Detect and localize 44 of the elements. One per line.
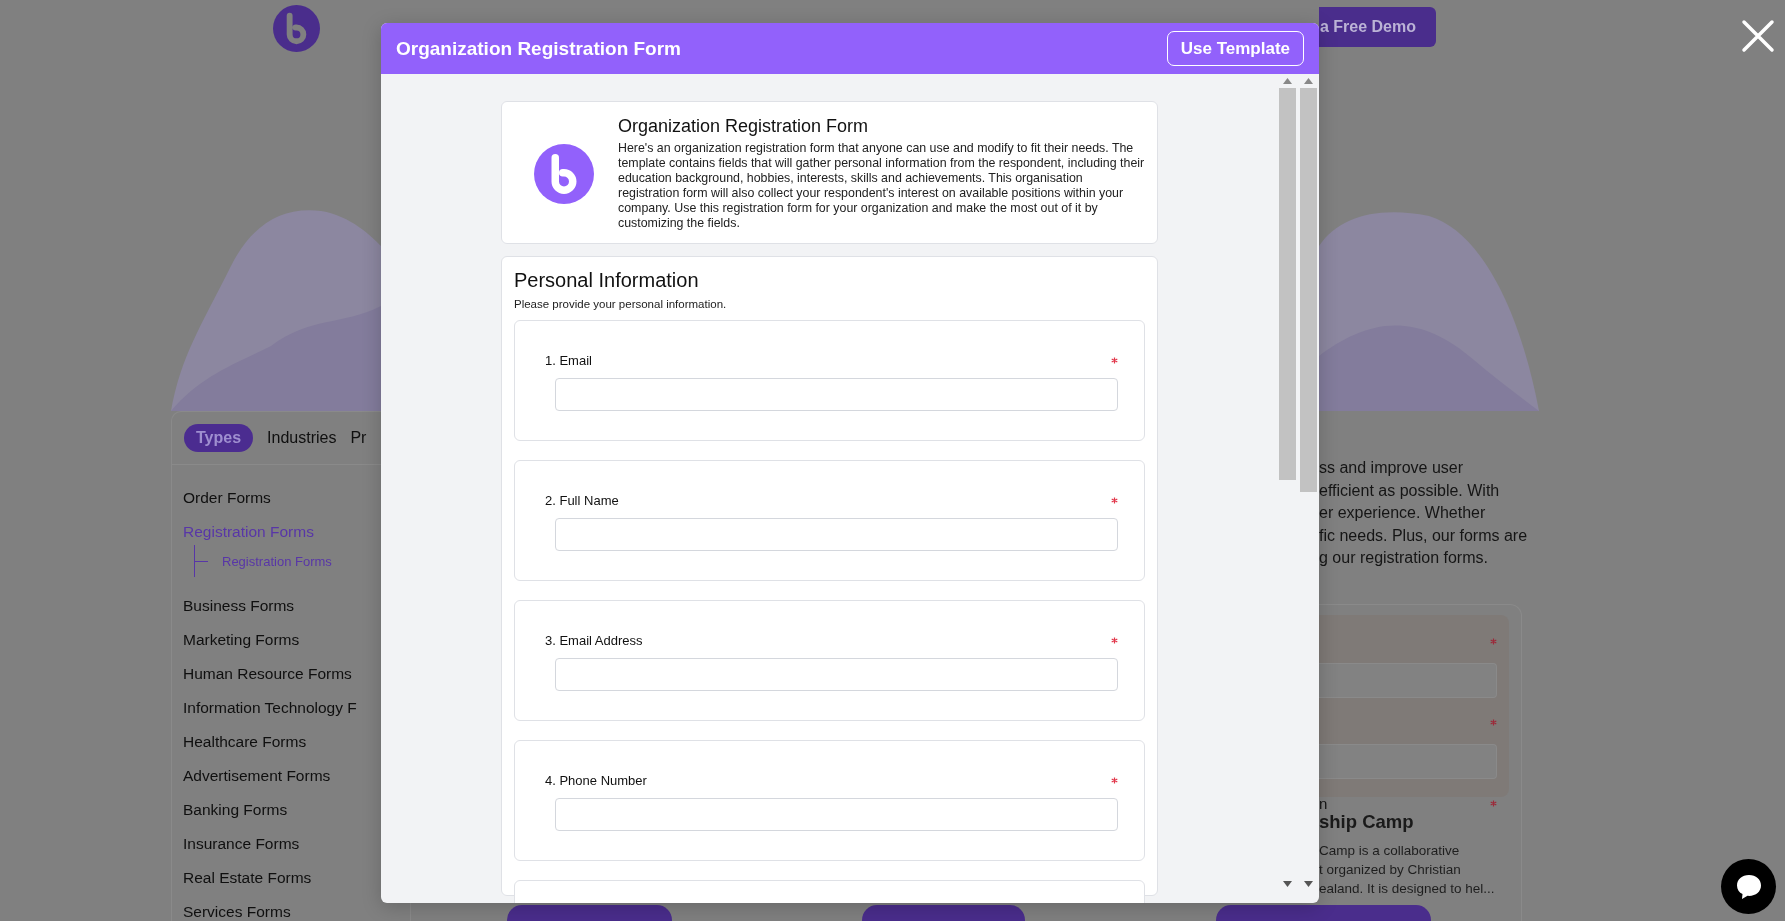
chat-bubble-icon — [1734, 872, 1763, 901]
sidebar-item[interactable]: Business Forms — [183, 589, 295, 623]
chat-button[interactable] — [1721, 859, 1776, 914]
logo-icon[interactable] — [273, 4, 320, 52]
input-field[interactable] — [555, 378, 1118, 411]
sidebar-item[interactable]: Insurance Forms — [183, 827, 300, 861]
field-label: n — [1319, 795, 1328, 812]
modal-title: Organization Registration Form — [396, 37, 682, 60]
sidebar-item[interactable]: Marketing Forms — [183, 623, 300, 657]
question-label: 4. Phone Number — [545, 772, 647, 788]
sidebar-item[interactable]: Advertisement Forms — [183, 759, 331, 793]
section-subtitle: Please provide your personal information. — [514, 298, 728, 310]
close-button[interactable] — [1740, 18, 1776, 54]
question-label: 2. Full Name — [545, 492, 619, 508]
category-tab[interactable]: Pr — [350, 424, 367, 452]
demo-button[interactable]: a Free Demo — [1319, 7, 1436, 47]
scroll-down-icon[interactable] — [1283, 881, 1292, 887]
template-card[interactable]: n ship Camp Camp is a collaborative t organized by Christian ealand. It is designed to hel... — [1319, 603, 1522, 921]
close-icon — [1740, 18, 1776, 54]
sidebar-item[interactable]: Real Estate Forms — [183, 861, 312, 895]
scroll-up-icon[interactable] — [1283, 78, 1292, 84]
intro-paragraph: ss and improve user efficient as possible. With er experience. Whether fic needs. Plus, our forms are g our registration forms. — [1319, 458, 1529, 568]
category-tab[interactable]: Industries — [267, 424, 337, 452]
sidebar-item[interactable]: Banking Forms — [183, 793, 288, 827]
template-title: ship Camp — [1319, 810, 1415, 833]
logo-icon — [534, 143, 594, 204]
input-field[interactable] — [555, 798, 1118, 831]
form-title: Organization Registration Form — [618, 116, 870, 137]
category-tab[interactable]: Types — [184, 424, 254, 452]
sidebar-item[interactable]: Information Technology F — [183, 691, 357, 725]
sidebar-item[interactable]: Human Resource Forms — [183, 657, 352, 691]
input-field[interactable] — [555, 658, 1118, 691]
input-field[interactable] — [555, 518, 1118, 551]
scroll-down-icon[interactable] — [1304, 881, 1313, 887]
question-label: 3. Email Address — [545, 632, 643, 648]
question-label: 1. Email — [545, 352, 592, 368]
sidebar-item[interactable]: Services Forms — [183, 895, 291, 921]
sidebar-item[interactable]: Healthcare Forms — [183, 725, 307, 759]
use-template-button[interactable]: Use Template — [1166, 31, 1304, 66]
sidebar-item[interactable]: Order Forms — [183, 481, 271, 515]
template-description: Camp is a collaborative t organized by Christian ealand. It is designed to hel... — [1319, 841, 1496, 898]
scroll-up-icon[interactable] — [1304, 78, 1313, 84]
section-title: Personal Information — [514, 269, 700, 292]
form-description: Here's an organization registration form that anyone can use and modify to fit their needs. The template contains fields that will gather personal information from the respondent, including their education background, hobbies, interests, skills and achievements. This organisation registration form will also collect your respondent's interest on available positions within your company. Use this registration form for your organization and make the most out of it by customizing the fields. — [618, 141, 1146, 231]
